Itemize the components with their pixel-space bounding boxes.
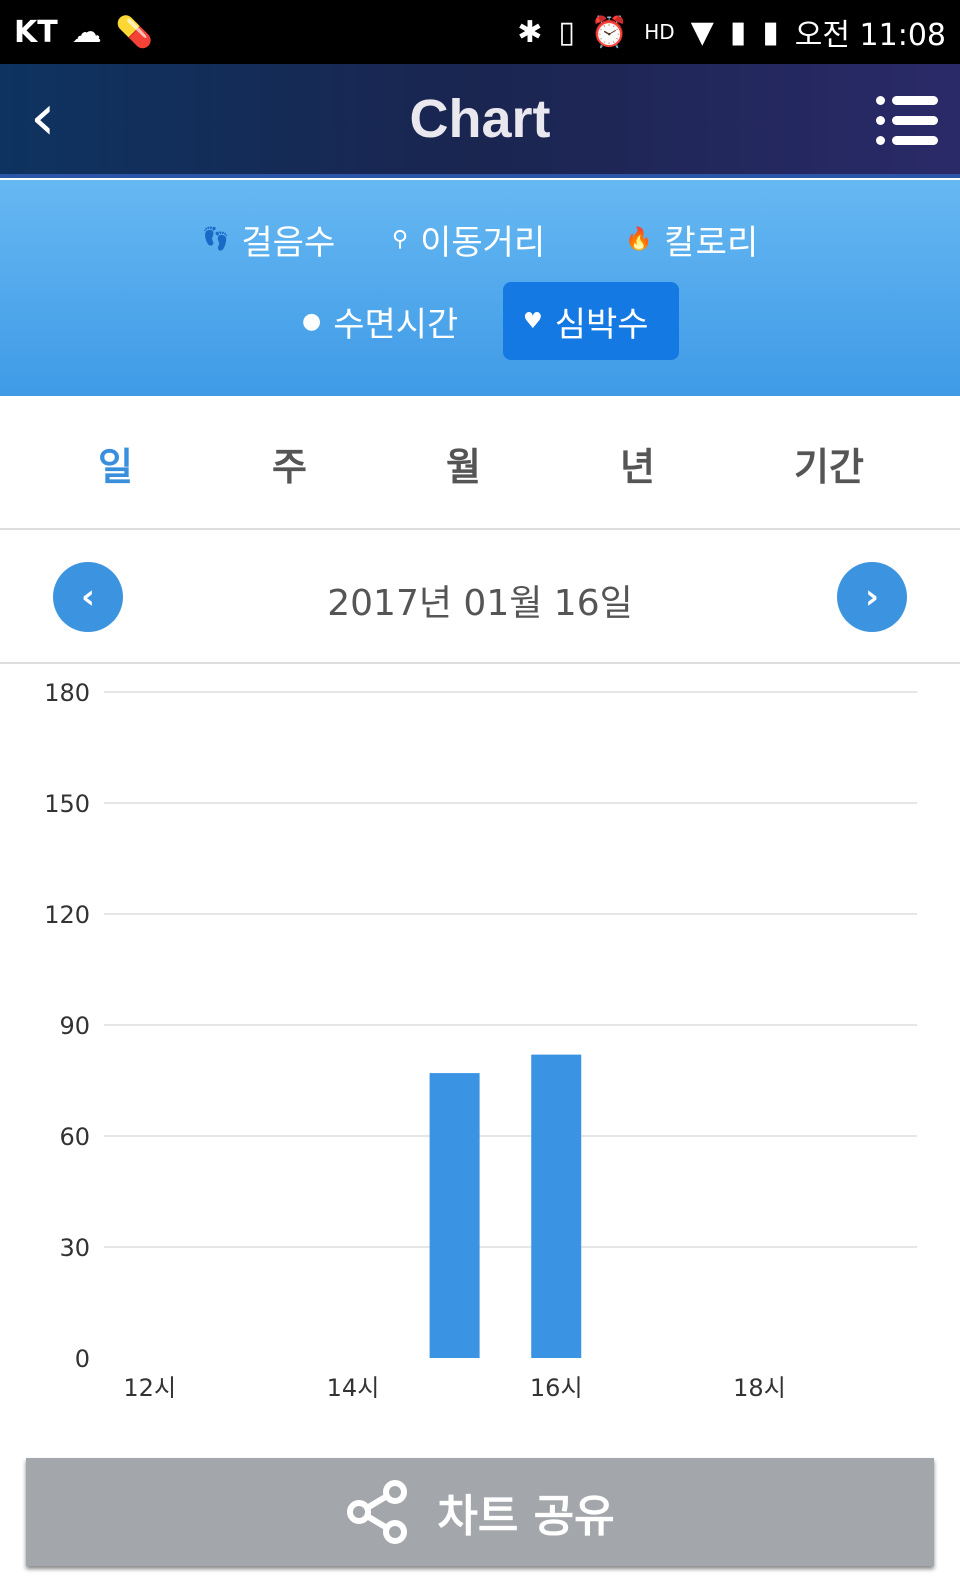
y-tick-label: 90: [59, 1012, 90, 1040]
period-day[interactable]: 일: [98, 436, 133, 491]
tab-distance[interactable]: ⚲ 이동거리: [372, 200, 565, 278]
y-tick-label: 120: [44, 901, 90, 929]
page-title: Chart: [409, 89, 551, 149]
alarm-icon: ⏰: [590, 14, 629, 50]
next-date-button[interactable]: ›: [837, 562, 907, 632]
wifi-icon: ▼: [690, 14, 714, 50]
metric-tabs: 👣 걸음수 ⚲ 이동거리 🔥 칼로리 ● 수면시간 ♥ 심박수: [0, 180, 960, 396]
period-range[interactable]: 기간: [794, 436, 864, 491]
period-tabs: 일 주 월 년 기간: [0, 396, 960, 530]
y-tick-label: 60: [59, 1123, 90, 1151]
x-tick-label: 14시: [327, 1374, 380, 1402]
heart-rate-chart: 0 30 60 90 120 150 180 12시 14시 16시 18시: [44, 679, 917, 1402]
signal-icon: ▮: [729, 14, 747, 50]
moon-icon: ●: [302, 308, 322, 334]
clock: 오전 11:08: [794, 18, 946, 53]
bluetooth-icon: ✱: [517, 14, 543, 50]
status-bar: KT ☁ 💊 ✱ ▯ ⏰ HD ▼ ▮ ▮ 오전 11:08: [0, 0, 960, 64]
date-navigator: ‹ 2017년 01월 16일 ›: [0, 530, 960, 664]
vibrate-icon: ▯: [558, 14, 575, 50]
y-tick-label: 0: [75, 1345, 90, 1373]
back-button[interactable]: ‹: [30, 86, 56, 150]
share-chart-button[interactable]: 차트 공유: [26, 1458, 934, 1566]
tab-calories[interactable]: 🔥 칼로리: [605, 200, 778, 278]
x-tick-label: 12시: [123, 1374, 176, 1402]
y-tick-label: 150: [44, 790, 90, 818]
tab-sleep[interactable]: ● 수면시간: [282, 282, 478, 360]
period-week[interactable]: 주: [272, 436, 307, 491]
flame-icon: 🔥: [625, 226, 653, 252]
carrier: KT: [14, 14, 58, 50]
bar-15시[interactable]: [429, 1073, 480, 1358]
share-icon: [347, 1480, 408, 1544]
menu-list-icon[interactable]: [876, 96, 938, 146]
y-tick-label: 30: [59, 1234, 90, 1262]
tab-steps[interactable]: 👣 걸음수: [182, 200, 355, 278]
app-header: ‹ Chart: [0, 64, 960, 178]
heartbeat-icon: ♥: [523, 308, 543, 334]
hd-icon: HD: [644, 20, 675, 44]
bar-16시[interactable]: [531, 1054, 582, 1358]
tab-heart-rate[interactable]: ♥ 심박수: [503, 282, 679, 360]
x-tick-label: 18시: [733, 1374, 786, 1402]
battery-icon: ▮: [762, 14, 779, 50]
pill-icon: 💊: [115, 14, 154, 50]
period-year[interactable]: 년: [620, 436, 655, 491]
cloud-icon: ☁: [71, 14, 102, 50]
x-tick-label: 16시: [530, 1374, 583, 1402]
y-tick-label: 180: [44, 679, 90, 707]
current-date: 2017년 01월 16일: [327, 583, 633, 624]
period-month[interactable]: 월: [446, 436, 481, 491]
location-route-icon: ⚲: [392, 226, 409, 252]
footprints-icon: 👣: [202, 226, 230, 252]
share-label: 차트 공유: [437, 1491, 615, 1542]
